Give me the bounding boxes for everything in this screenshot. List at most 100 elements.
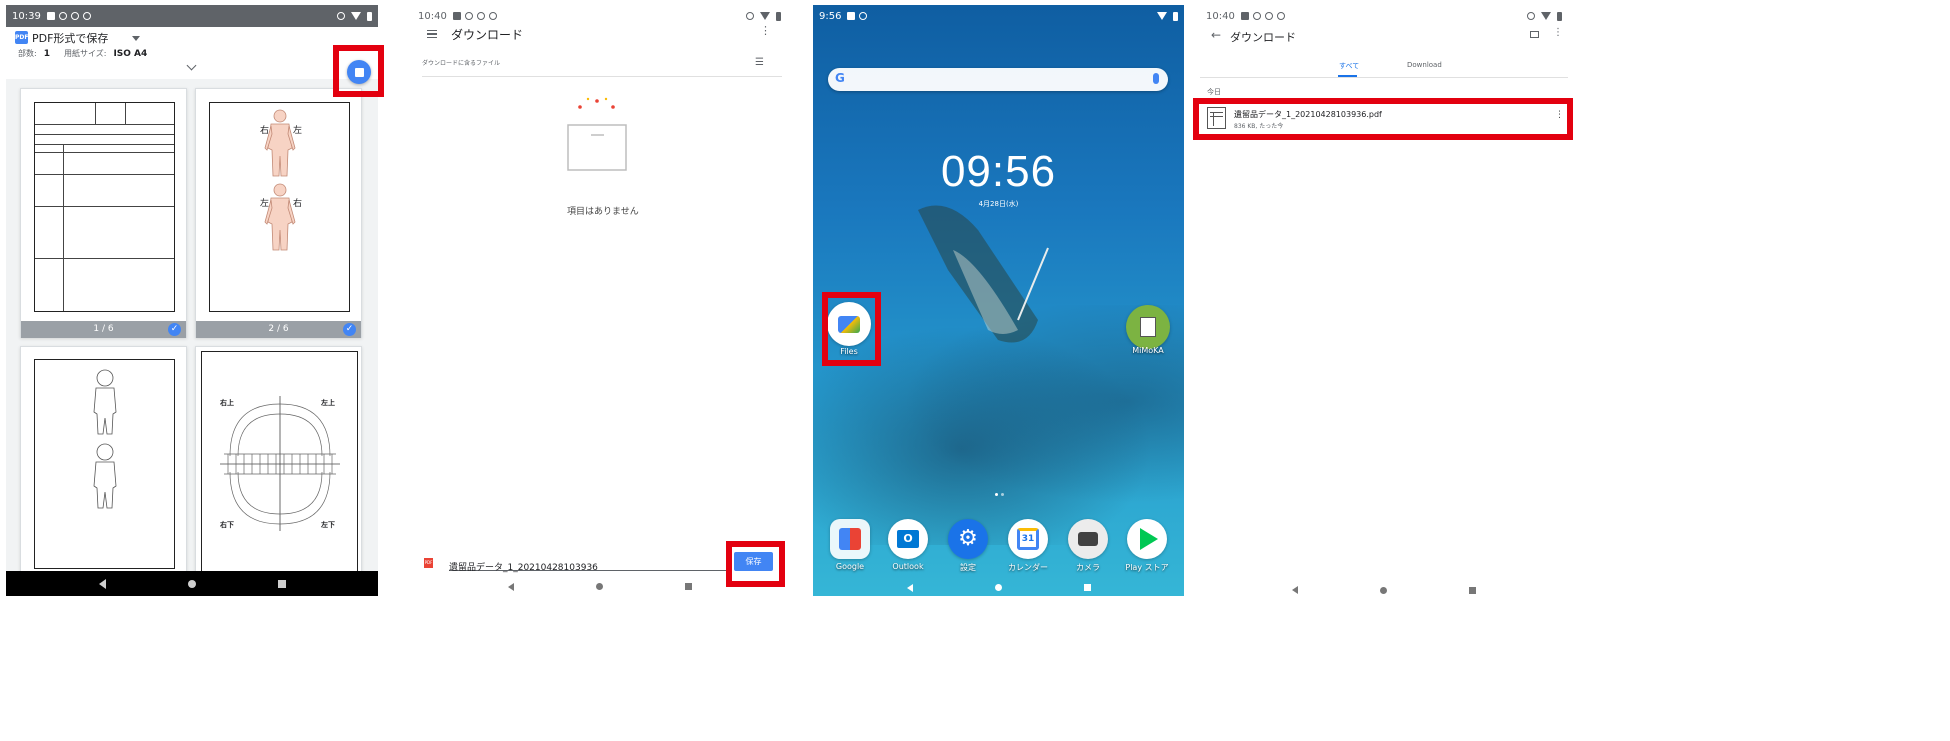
wifi-icon [351,12,361,20]
printer-title: PDF形式で保存 [32,32,109,45]
nav-bar [813,579,1184,596]
page-dot [995,493,998,496]
home-icon[interactable] [187,579,196,588]
menu-icon[interactable] [427,30,437,38]
battery-icon [367,11,372,21]
empty-message: 項目はありません [567,207,639,217]
google-logo-icon: G [835,71,845,85]
page-number: 2 / 6 [268,324,289,334]
back-icon[interactable] [906,583,913,592]
teeth-label-upper-right: 右上 [220,399,234,407]
mic-icon[interactable] [1153,73,1159,84]
notification-icon [847,12,856,20]
settings-app-icon[interactable]: ⚙ [948,519,988,559]
page-selected-check-icon[interactable]: ✓ [168,323,181,336]
notification-icon [452,12,461,20]
back-icon[interactable] [98,578,106,589]
page-thumbnail-4[interactable]: 右上 左上 右下 左下 [195,346,362,596]
back-icon[interactable] [1292,586,1298,594]
page-dot [1001,493,1004,496]
page-thumbnail-2[interactable]: 右 左 左 右 2 / 6 ✓ [195,88,362,338]
nav-bar [6,571,378,596]
notification-icon [1264,12,1273,20]
child-body-diagram [93,369,117,509]
tabs-divider [1200,77,1568,78]
wifi-icon [760,12,770,20]
notification-icon [1240,12,1249,20]
form-divider [63,145,64,311]
sync-icon [337,12,345,20]
teeth-label-lower-right: 右下 [220,521,234,529]
print-dialog-panel: 10:39 PDF PDF形式で保存 部数: 1 用紙サイズ: ISO A4 1… [6,5,378,596]
outlook-app-icon[interactable]: O [888,519,928,559]
more-options-icon[interactable]: ⋮ [1553,28,1563,38]
recents-icon[interactable] [1083,584,1091,591]
form-line [35,153,174,175]
status-icons [1157,11,1178,21]
notification-icon [464,12,473,20]
page-sheet [34,359,175,569]
form-line [35,125,174,135]
teeth-label-lower-left: 左下 [321,521,335,529]
list-view-icon[interactable]: ☰ [755,57,764,68]
grid-view-icon[interactable] [1530,31,1539,38]
copies-label: 部数: [18,49,37,58]
play-store-app-icon[interactable] [1127,519,1167,559]
body-label-right: 右 [260,126,270,136]
battery-icon [776,11,781,21]
calendar-app-icon[interactable]: 31 [1008,519,1048,559]
form-grid [35,103,174,125]
google-apps-grid-icon [839,528,861,550]
dental-chart [220,396,340,531]
play-store-icon [1140,528,1158,550]
page-thumbnail-1[interactable]: 1 / 6 ✓ [20,88,187,338]
paper-value[interactable]: ISO A4 [113,49,147,59]
files-downloads-panel: 10:40 ← ダウンロード ⋮ すべて Download 今日 遺留品データ_… [1200,5,1950,596]
wifi-icon [1157,12,1167,20]
home-icon[interactable] [595,583,603,590]
dropdown-arrow-icon [132,35,141,41]
status-time: 10:40 [1206,10,1235,22]
home-clock: 09:56 [940,147,1057,196]
expand-options-icon[interactable] [186,60,197,71]
status-time: 9:56 [819,10,842,22]
calendar-icon: 31 [1017,528,1039,550]
notification-icon [1276,12,1285,20]
recents-icon[interactable] [1469,586,1476,594]
print-options: 部数: 1 用紙サイズ: ISO A4 [18,48,147,59]
tab-download[interactable]: Download [1407,61,1442,69]
sync-icon [1527,12,1535,20]
back-icon[interactable] [507,582,514,591]
downloads-title: ダウンロード [1230,31,1296,44]
google-folder-icon[interactable] [830,519,870,559]
filename-value: 遺留品データ_1_20210428103936 [449,563,598,573]
status-icons [337,11,372,21]
home-icon[interactable] [994,584,1002,591]
back-arrow-icon[interactable]: ← [1211,28,1221,42]
battery-icon [1173,11,1178,21]
recents-icon[interactable] [684,583,692,590]
empty-folder-illustration [567,97,627,171]
teeth-label-upper-left: 左上 [321,399,335,407]
battery-icon [1557,11,1562,21]
status-icons [1527,11,1562,21]
page-indicator [995,493,1004,496]
divider [422,76,782,77]
recents-icon[interactable] [277,579,286,588]
tab-all[interactable]: すべて [1339,61,1359,71]
page-thumbnail-3[interactable] [20,346,187,596]
form-line [35,135,174,145]
page-caption: 1 / 6 ✓ [21,321,186,338]
form-line [35,207,174,259]
mimoka-app-label: MiMoKA [1132,346,1164,355]
more-options-icon[interactable]: ⋮ [760,25,771,36]
page-selected-check-icon[interactable]: ✓ [343,323,356,336]
google-search-bar[interactable]: G [828,68,1168,91]
printer-select[interactable]: PDF形式で保存 [32,30,141,46]
camera-app-icon[interactable] [1068,519,1108,559]
mimoka-app-icon[interactable] [1126,305,1170,349]
filename-field[interactable]: 遺留品データ_1_20210428103936 [449,555,727,573]
home-icon[interactable] [1380,586,1387,594]
copies-value[interactable]: 1 [44,49,50,59]
status-bar: 10:40 [412,5,787,27]
